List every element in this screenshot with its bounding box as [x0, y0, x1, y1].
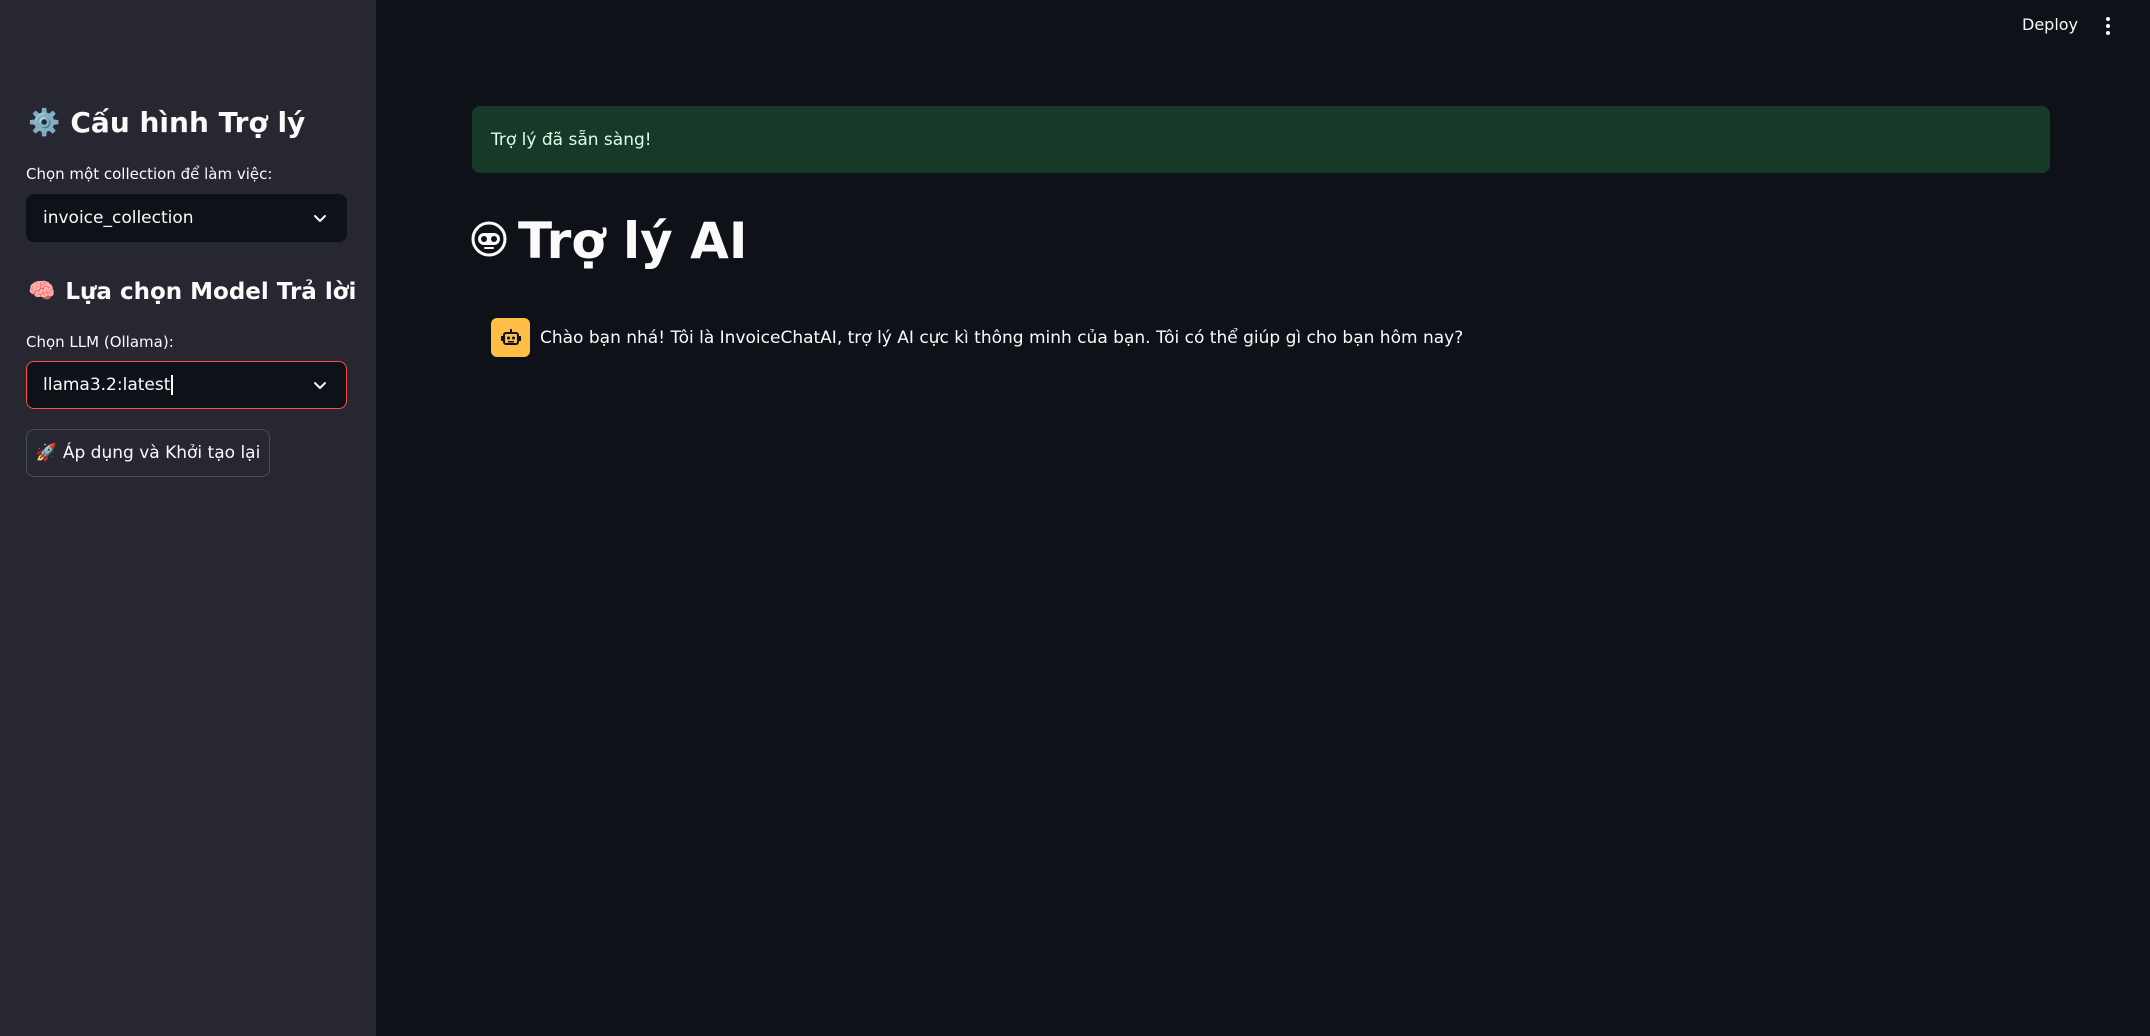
sidebar: ⚙️ Cấu hình Trợ lý Chọn một collection đ… — [0, 0, 376, 1036]
success-alert-text: Trợ lý đã sẵn sàng! — [491, 129, 652, 150]
chat-message-text: Chào bạn nhá! Tôi là InvoiceChatAI, trợ … — [540, 327, 1464, 348]
success-alert: Trợ lý đã sẵn sàng! — [472, 106, 2050, 173]
text-cursor — [171, 375, 173, 395]
page-title-text: Trợ lý AI — [518, 212, 748, 270]
page-title: Trợ lý AI — [470, 216, 747, 266]
apply-reinit-button[interactable]: 🚀 Áp dụng và Khởi tạo lại — [26, 429, 270, 477]
llm-select-input[interactable]: llama3.2:latest — [43, 375, 310, 395]
collection-select-value: invoice_collection — [43, 208, 194, 228]
chevron-down-icon[interactable] — [310, 208, 330, 228]
robot-face-icon — [470, 216, 508, 266]
apply-reinit-label: Áp dụng và Khởi tạo lại — [62, 443, 261, 463]
gear-icon: ⚙️ — [28, 107, 61, 138]
config-heading: ⚙️ Cấu hình Trợ lý — [28, 106, 305, 139]
llm-label: Chọn LLM (Ollama): — [26, 333, 174, 351]
collection-select[interactable]: invoice_collection — [26, 194, 347, 242]
brain-icon: 🧠 — [28, 279, 56, 304]
chat-message: Chào bạn nhá! Tôi là InvoiceChatAI, trợ … — [491, 318, 1463, 357]
llm-select[interactable]: llama3.2:latest — [26, 361, 347, 409]
collection-label: Chọn một collection để làm việc: — [26, 165, 273, 183]
model-heading: 🧠 Lựa chọn Model Trả lời — [28, 279, 356, 305]
more-vertical-icon[interactable] — [2098, 10, 2118, 42]
rocket-icon: 🚀 — [35, 443, 57, 463]
chevron-down-icon[interactable] — [310, 375, 330, 395]
model-heading-text: Lựa chọn Model Trả lời — [65, 279, 357, 305]
robot-icon — [491, 318, 530, 357]
deploy-button[interactable]: Deploy — [2018, 13, 2082, 36]
llm-select-value: llama3.2:latest — [43, 375, 171, 395]
config-heading-text: Cấu hình Trợ lý — [70, 106, 306, 139]
